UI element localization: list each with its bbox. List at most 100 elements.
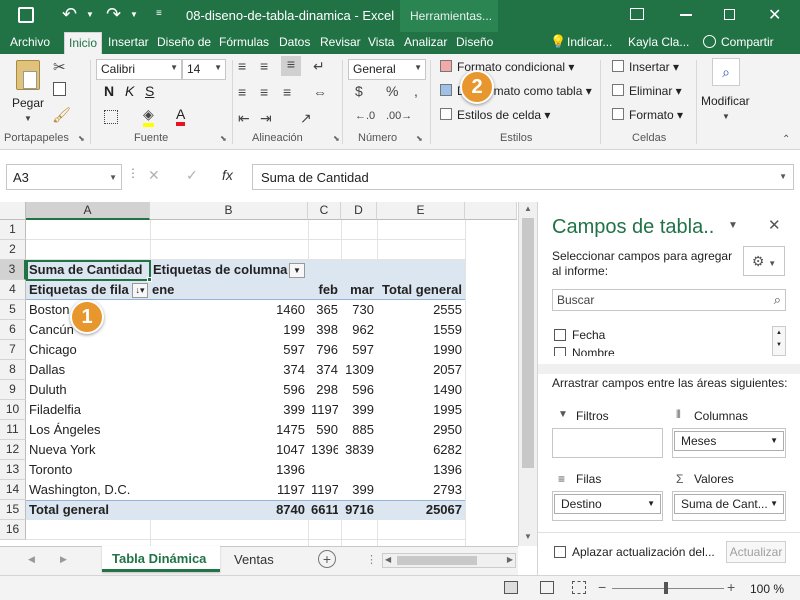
zoom-out-icon[interactable]: − [598,579,606,595]
row-header[interactable]: 3 [0,260,26,280]
share-button[interactable]: Compartir [721,35,774,49]
row-header[interactable]: 13 [0,460,26,480]
insert-cells-button[interactable]: Insertar ▾ [629,60,679,74]
cell-b2[interactable] [153,240,305,260]
format-cells-button[interactable]: Formato ▾ [629,108,683,122]
pane-close-icon[interactable]: ✕ [768,216,781,234]
percent-icon[interactable]: % [386,83,398,99]
cell-d3[interactable] [344,260,374,280]
undo-dropdown-icon[interactable]: ▼ [86,10,94,19]
italic-icon[interactable]: K [125,83,134,99]
decrease-decimal-icon[interactable]: .00→ [386,110,412,122]
cell-e14[interactable]: 2793 [380,480,462,500]
alignment-launcher-icon[interactable]: ⬊ [333,134,340,143]
cell-e6[interactable]: 1559 [380,320,462,340]
cell-d1[interactable] [344,220,374,240]
cell-e15[interactable]: 25067 [380,500,462,520]
cell-b4[interactable]: ene [152,280,304,300]
next-sheet-icon[interactable]: ▶ [60,554,67,565]
sheet-tab-ventas[interactable]: Ventas [234,552,274,567]
columns-area-box[interactable]: Meses ▼ [672,428,786,458]
currency-icon[interactable]: $ [355,83,363,99]
cell-c8[interactable]: 374 [311,360,338,380]
horizontal-scroll-thumb[interactable] [397,556,477,565]
cell-b9[interactable]: 596 [153,380,305,400]
expand-formula-icon[interactable]: ▼ [779,172,787,181]
row-header[interactable]: 14 [0,480,26,500]
cell-d2[interactable] [344,240,374,260]
cell-d14[interactable]: 399 [344,480,374,500]
rows-area-item[interactable]: Destino ▼ [554,494,661,514]
cell-d9[interactable]: 596 [344,380,374,400]
cell-c9[interactable]: 298 [311,380,338,400]
zoom-in-icon[interactable]: + [727,579,735,595]
normal-view-icon[interactable] [504,581,518,594]
worksheet-grid[interactable]: A B C D E 1 2 3 Suma de Cantidad Etiquetas d… [0,202,537,546]
clipboard-launcher-icon[interactable]: ⬊ [78,134,85,143]
cell-b10[interactable]: 399 [153,400,305,420]
row-header[interactable]: 11 [0,420,26,440]
cell-a2[interactable] [29,240,147,260]
cell-d13[interactable] [344,460,374,480]
cell-c13[interactable] [311,460,338,480]
align-bottom-icon[interactable]: ≡ [281,56,301,76]
cancel-entry-icon[interactable]: ✕ [148,167,160,184]
row-header[interactable]: 15 [0,500,26,520]
zoom-slider[interactable] [612,588,724,589]
row-header[interactable]: 1 [0,220,26,240]
cell-e10[interactable]: 1995 [380,400,462,420]
page-break-view-icon[interactable] [572,581,586,594]
redo-icon[interactable]: ↷ [106,4,121,25]
cell-d4[interactable]: mar [344,280,374,300]
scroll-left-icon[interactable]: ◀ [385,555,391,564]
cell-a14[interactable]: Washington, D.C. [29,480,147,500]
align-top-icon[interactable]: ≡ [238,58,246,74]
checkbox[interactable] [554,329,566,341]
ribbon-display-options-icon[interactable] [630,8,644,20]
tab-archivo[interactable]: Archivo [10,35,50,49]
row-labels-filter-button[interactable]: ↓▾ [132,283,148,298]
tell-me-box[interactable]: Indicar... [567,35,612,49]
cell-c7[interactable]: 796 [311,340,338,360]
cell-c15[interactable]: 6611 [311,500,338,520]
delete-cells-button[interactable]: Eliminar ▾ [629,84,682,98]
active-cell-a3[interactable] [26,260,151,281]
format-painter-icon[interactable]: 🖌 [52,106,71,124]
cell-e8[interactable]: 2057 [380,360,462,380]
column-labels-filter-button[interactable]: ▼ [289,263,305,278]
cell-e13[interactable]: 1396 [380,460,462,480]
tab-insertar[interactable]: Insertar [108,35,149,49]
cell-b16[interactable] [153,520,305,540]
insert-function-icon[interactable]: fx [222,167,233,183]
cell-b11[interactable]: 1475 [153,420,305,440]
tab-formulas[interactable]: Fórmulas [219,35,269,49]
column-header-f[interactable] [465,202,517,220]
rows-area-box[interactable]: Destino ▼ [552,491,663,521]
save-icon[interactable] [18,7,34,23]
tab-diseno-pagina[interactable]: Diseño de [157,35,211,49]
font-color-icon[interactable]: A [176,106,186,126]
row-header[interactable]: 4 [0,280,26,300]
find-icon[interactable]: ⌕ [712,58,740,86]
cell-e7[interactable]: 1990 [380,340,462,360]
chevron-down-icon[interactable]: ▼ [770,495,778,513]
borders-icon[interactable] [104,110,118,124]
align-center-icon[interactable]: ≡ [260,84,268,100]
cell-b8[interactable]: 374 [153,360,305,380]
prev-sheet-icon[interactable]: ◀ [28,554,35,565]
column-header-a[interactable]: A [26,202,150,220]
cell-d16[interactable] [344,520,374,540]
cell-e12[interactable]: 6282 [380,440,462,460]
column-header-e[interactable]: E [377,202,465,220]
zoom-slider-thumb[interactable] [664,582,668,594]
font-name-combo[interactable]: Calibri ▼ [96,59,182,80]
cell-b3[interactable]: Etiquetas de columna [153,260,293,280]
checkbox[interactable] [554,347,566,356]
cell-a12[interactable]: Nueva York [29,440,147,460]
paste-icon[interactable] [16,60,40,90]
minimize-icon[interactable] [680,14,692,16]
cell-d15[interactable]: 9716 [344,500,374,520]
increase-indent-icon[interactable]: ⇥ [260,110,272,127]
column-header-c[interactable]: C [308,202,341,220]
row-header[interactable]: 8 [0,360,26,380]
